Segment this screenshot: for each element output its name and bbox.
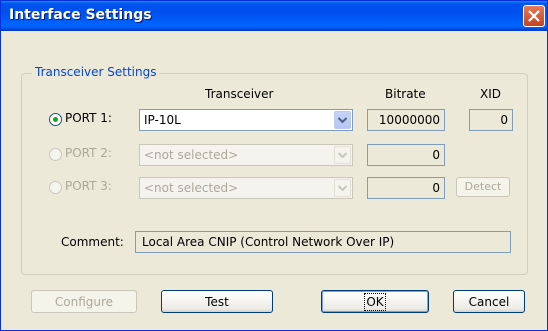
detect-button[interactable]: Detect (456, 177, 510, 197)
port-1-bitrate-field[interactable]: 10000000 (367, 109, 445, 131)
port-3-transceiver-value: <not selected> (144, 181, 239, 195)
port-1-dropdown-button[interactable] (334, 111, 351, 129)
port-3-dropdown-button[interactable] (334, 179, 351, 197)
bitrate-column-header: Bitrate (385, 87, 426, 101)
port-2-label: PORT 2: (65, 146, 112, 160)
port-3-bitrate-field[interactable]: 0 (367, 177, 445, 199)
port-1-transceiver-value: IP-10L (144, 113, 181, 127)
window-title: Interface Settings (9, 7, 152, 23)
title-bar[interactable]: Interface Settings (1, 1, 547, 31)
transceiver-column-header: Transceiver (205, 87, 274, 101)
configure-button[interactable]: Configure (31, 290, 137, 313)
port-1-transceiver-select[interactable]: IP-10L (139, 109, 353, 131)
port-1-radio[interactable] (49, 113, 62, 126)
comment-label: Comment: (61, 235, 124, 249)
chevron-down-icon (337, 152, 348, 159)
port-1-label: PORT 1: (65, 111, 112, 125)
test-button[interactable]: Test (161, 290, 273, 313)
port-2-transceiver-value: <not selected> (144, 148, 239, 162)
group-legend: Transceiver Settings (32, 65, 160, 79)
interface-settings-dialog: Interface Settings Transceiver Settings … (0, 0, 548, 331)
comment-field[interactable]: Local Area CNIP (Control Network Over IP… (135, 231, 511, 253)
chevron-down-icon (337, 185, 348, 192)
port-2-dropdown-button[interactable] (334, 146, 351, 164)
chevron-down-icon (337, 117, 348, 124)
xid-column-header: XID (480, 87, 501, 101)
cancel-button[interactable]: Cancel (453, 290, 525, 313)
port-3-radio[interactable] (49, 181, 62, 194)
port-3-label: PORT 3: (65, 179, 112, 193)
port-2-radio[interactable] (49, 148, 62, 161)
port-3-transceiver-select[interactable]: <not selected> (139, 177, 353, 199)
close-button[interactable] (523, 5, 545, 27)
ok-button-label: OK (364, 293, 386, 311)
ok-button[interactable]: OK (321, 290, 429, 313)
port-2-bitrate-field[interactable]: 0 (367, 144, 445, 166)
port-2-transceiver-select[interactable]: <not selected> (139, 144, 353, 166)
close-icon (528, 10, 540, 22)
port-1-xid-field[interactable]: 0 (469, 109, 513, 131)
